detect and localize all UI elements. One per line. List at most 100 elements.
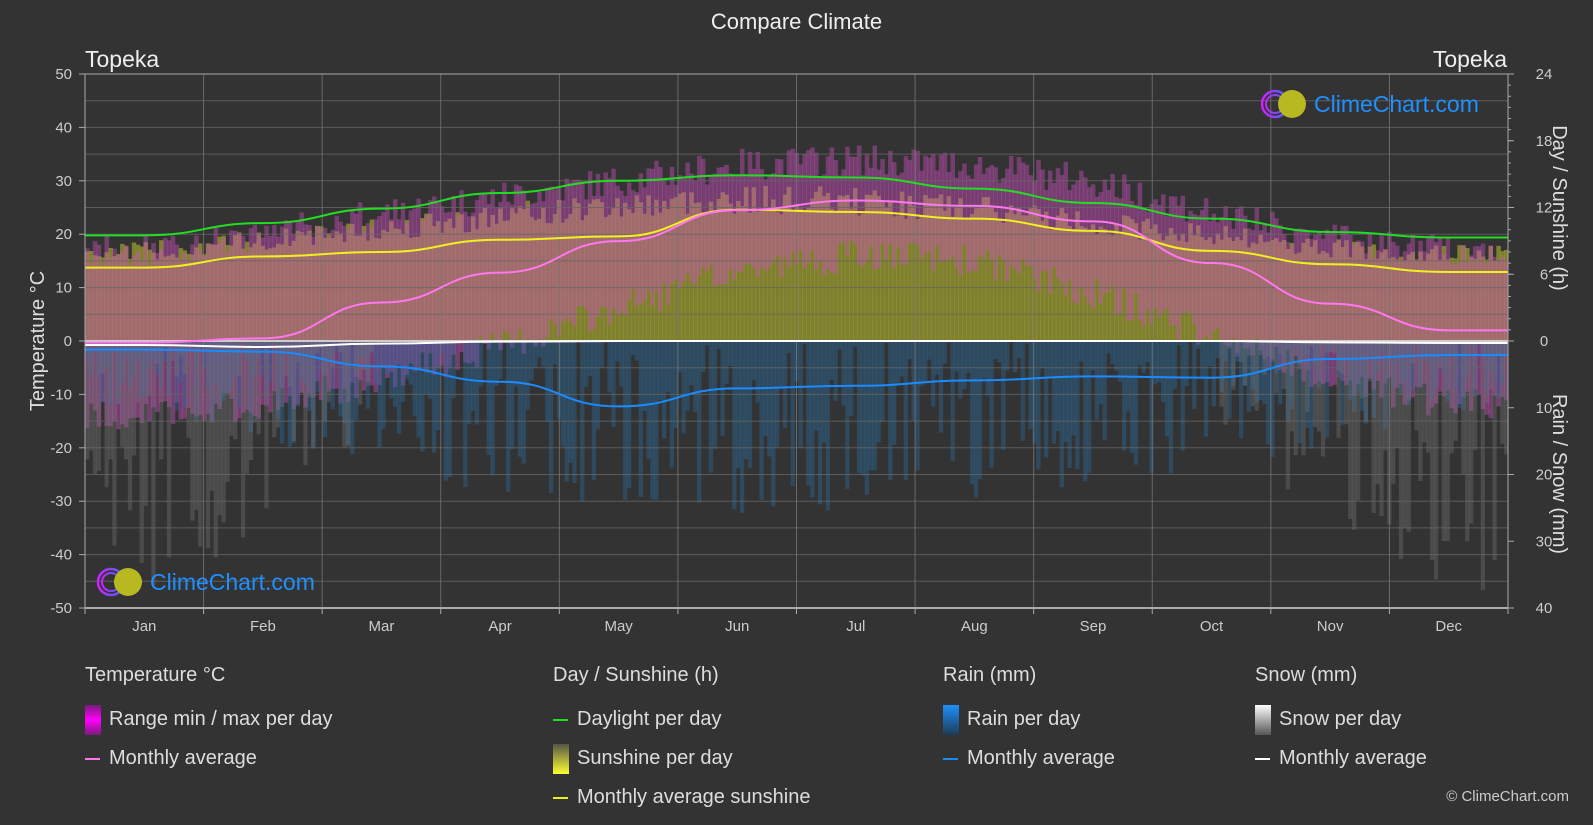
temp-range-bar <box>201 255 207 421</box>
rain-bar <box>568 341 573 463</box>
snow-bar <box>279 341 285 407</box>
snow-bar <box>1480 341 1486 591</box>
temp-range-bar <box>763 179 768 271</box>
snow-bar <box>303 341 308 466</box>
snow-bar <box>1254 341 1259 411</box>
temp-range-bar <box>260 237 265 405</box>
temp-range-bar <box>1079 170 1084 287</box>
temp-range-bar <box>704 184 710 272</box>
temp-range-bar <box>728 173 733 270</box>
temp-range-bar <box>958 171 963 276</box>
y-left-tick-label: 10 <box>55 280 72 297</box>
rain-bar <box>431 341 437 453</box>
rain-bar <box>1145 341 1150 363</box>
temp-range-bar <box>1176 205 1182 340</box>
rain-bar <box>385 341 390 375</box>
rain-bar <box>615 341 620 362</box>
logo-top-right[interactable]: ClimeChart.com <box>1260 88 1479 120</box>
temp-range-bar <box>1094 196 1100 279</box>
y-right-top-tick-label: 24 <box>1536 66 1553 83</box>
rain-bar <box>623 341 628 500</box>
line-swatch-icon <box>553 718 568 721</box>
rain-bar <box>509 341 515 450</box>
snow-bar <box>1426 341 1431 453</box>
rain-bar <box>876 341 881 443</box>
rain-bar <box>389 341 394 399</box>
sunshine-swatch-icon <box>553 743 569 774</box>
temp-range-bar <box>993 167 998 281</box>
legend-item-daylight: Daylight per day <box>553 700 810 739</box>
legend-title: Snow (mm) <box>1255 664 1358 686</box>
snow-bar <box>1418 341 1423 482</box>
temp-range-bar <box>595 173 601 317</box>
rain-bar <box>1044 341 1049 458</box>
rain-bar <box>548 341 554 494</box>
temp-range-bar <box>1133 204 1139 294</box>
legend-title: Day / Sunshine (h) <box>553 664 719 686</box>
temp-range-bar <box>1184 221 1189 312</box>
temp-range-bar <box>755 151 761 278</box>
snow-bar <box>1313 341 1318 428</box>
snow-bar <box>1363 341 1369 422</box>
temp-range-bar <box>170 235 176 424</box>
rain-bar <box>993 341 998 360</box>
rain-bar <box>716 341 721 350</box>
temp-range-bar <box>502 182 507 331</box>
rain-bar <box>732 341 737 510</box>
rain-bar <box>1200 341 1205 377</box>
rain-bar <box>486 341 491 455</box>
snow-bar <box>1433 341 1439 580</box>
rain-bar <box>1172 341 1178 389</box>
temp-range-bar <box>1258 230 1263 351</box>
rain-bar <box>412 341 417 417</box>
line-swatch-icon <box>943 757 958 760</box>
rain-bar <box>1129 341 1135 453</box>
snow-bar <box>346 341 351 447</box>
temp-range-bar <box>1141 208 1147 327</box>
temp-range-bar <box>895 175 901 248</box>
snow-bar <box>1484 341 1489 403</box>
snow-bar <box>1367 341 1372 382</box>
snow-bar <box>112 341 117 546</box>
rain-bar <box>708 341 714 473</box>
rain-bar <box>1215 341 1220 359</box>
legend-item-snow: Snow per day <box>1255 700 1427 739</box>
temp-range-bar <box>1122 174 1127 289</box>
snow-bar <box>338 341 343 353</box>
rain-bar <box>1040 341 1045 369</box>
rain-bar <box>778 341 784 387</box>
rain-bar <box>712 341 717 449</box>
temp-range-bar <box>1102 179 1108 294</box>
rain-bar <box>767 341 772 457</box>
legend-label: Monthly average <box>967 747 1115 769</box>
rain-bar <box>630 341 636 355</box>
logo-bottom-left[interactable]: ClimeChart.com <box>96 566 315 598</box>
rain-bar <box>669 341 675 468</box>
x-tick-label: May <box>604 618 633 635</box>
snow-bar <box>1500 341 1505 444</box>
temp-range-bar <box>759 169 764 268</box>
snow-bar <box>194 341 199 510</box>
legend-label: Range min / max per day <box>109 708 333 730</box>
y-left-tick-label: -40 <box>50 547 72 564</box>
rain-bar <box>642 341 647 412</box>
snow-bar <box>1231 341 1236 390</box>
rain-bar <box>689 341 694 386</box>
rain-bar <box>619 341 624 387</box>
legend-label: Snow per day <box>1279 708 1402 730</box>
rain-bar <box>1059 341 1064 488</box>
rain-bar <box>1184 341 1189 386</box>
temp-range-bar <box>892 162 897 269</box>
temp-range-bar <box>455 215 460 370</box>
snow-bar <box>159 341 164 460</box>
temp-range-bar <box>623 195 628 316</box>
temp-range-bar <box>420 220 425 353</box>
rain-bar <box>1227 341 1232 419</box>
rain-bar <box>938 341 944 433</box>
legend-item-rain: Rain per day <box>943 700 1115 739</box>
temp-range-bar <box>658 167 663 312</box>
temp-range-bar <box>1118 198 1123 313</box>
rain-bar <box>1266 341 1271 445</box>
rain-bar <box>880 341 885 422</box>
legend-title: Temperature °C <box>85 664 226 686</box>
